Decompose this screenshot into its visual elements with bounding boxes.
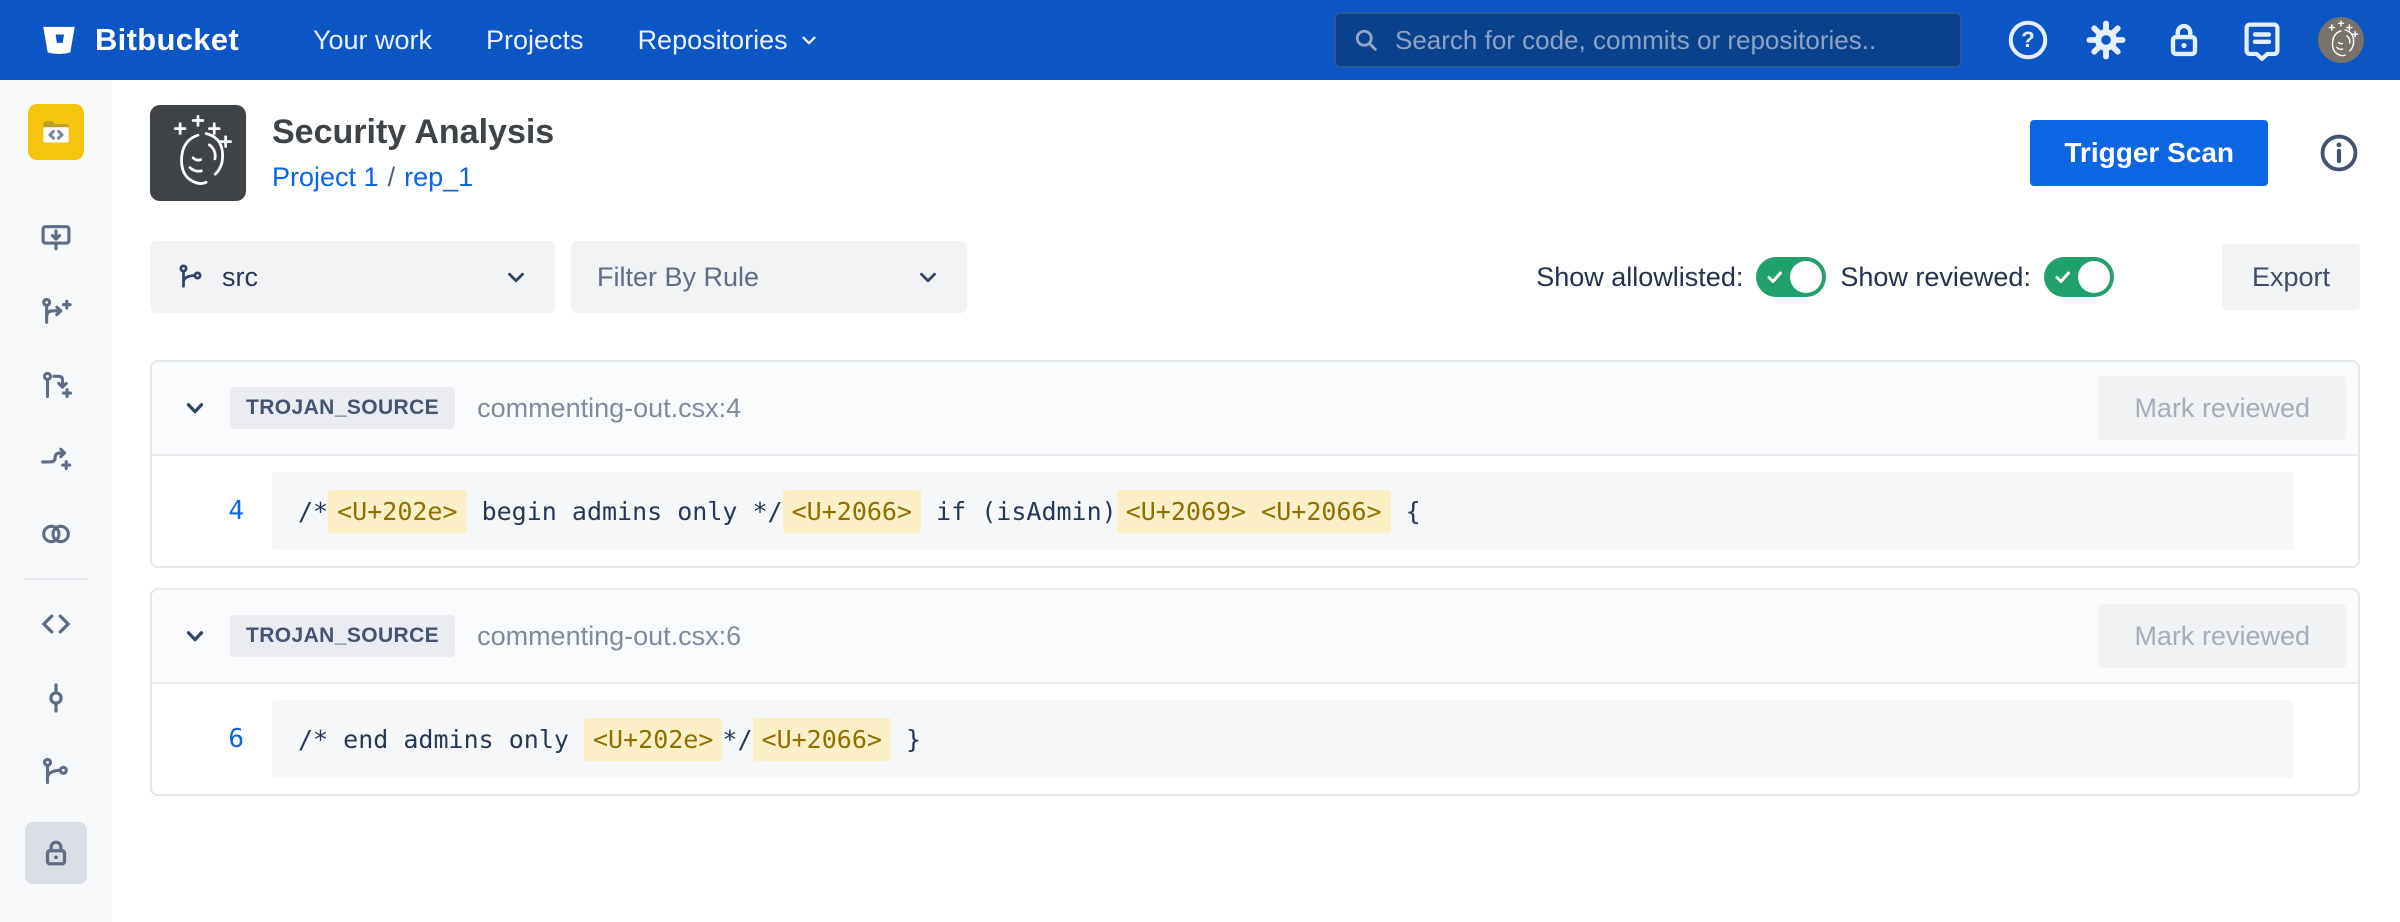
check-icon bbox=[1765, 267, 1785, 287]
help-icon[interactable]: ? bbox=[2006, 18, 2050, 62]
bitbucket-bucket-icon bbox=[38, 19, 80, 61]
page-header: Security Analysis Project 1 / rep_1 Trig… bbox=[150, 105, 2360, 201]
nav-repositories[interactable]: Repositories bbox=[638, 25, 820, 56]
source-code-icon[interactable] bbox=[32, 600, 80, 648]
info-icon[interactable] bbox=[2318, 132, 2360, 174]
branch-selector-dropdown[interactable]: src bbox=[150, 241, 555, 313]
code-line-number: 6 bbox=[188, 724, 244, 754]
sidebar-action-group bbox=[32, 214, 80, 558]
toggle-knob bbox=[1790, 261, 1822, 293]
toggle-zone: Show allowlisted: Show reviewed: Export bbox=[1536, 244, 2360, 310]
chevron-down-icon bbox=[503, 264, 529, 290]
check-icon bbox=[2053, 267, 2073, 287]
page-title: Security Analysis bbox=[272, 113, 554, 152]
search-input[interactable] bbox=[1393, 24, 1944, 57]
brand-name: Bitbucket bbox=[95, 22, 239, 58]
code-line: /*<U+202e> begin admins only */<U+2066> … bbox=[272, 472, 2294, 550]
show-reviewed-toggle[interactable] bbox=[2044, 257, 2114, 297]
stars bbox=[2329, 21, 2357, 36]
finding-location: commenting-out.csx:6 bbox=[477, 621, 741, 652]
finding-card-body: 6 /* end admins only <U+202e>*/<U+2066> … bbox=[152, 684, 2358, 794]
collapse-chevron-icon[interactable] bbox=[182, 623, 208, 649]
title-block: Security Analysis Project 1 / rep_1 bbox=[272, 113, 554, 192]
primary-nav: Your work Projects Repositories bbox=[313, 25, 820, 56]
breadcrumb-project-link[interactable]: Project 1 bbox=[272, 162, 379, 193]
code-line: /* end admins only <U+202e>*/<U+2066> } bbox=[272, 700, 2294, 778]
bitbucket-logo[interactable]: Bitbucket bbox=[38, 19, 239, 61]
create-branch-icon[interactable] bbox=[32, 288, 80, 336]
nav-projects[interactable]: Projects bbox=[486, 25, 584, 56]
lock-icon[interactable] bbox=[2162, 18, 2206, 62]
rule-filter-dropdown[interactable]: Filter By Rule bbox=[571, 241, 967, 313]
forks-icon[interactable] bbox=[32, 510, 80, 558]
finding-card: TROJAN_SOURCE commenting-out.csx:6 Mark … bbox=[150, 588, 2360, 796]
chevron-down-icon bbox=[915, 264, 941, 290]
user-avatar[interactable] bbox=[2318, 17, 2364, 63]
code-line-number: 4 bbox=[188, 496, 244, 526]
compare-icon[interactable] bbox=[32, 436, 80, 484]
global-search bbox=[1334, 12, 1962, 68]
finding-location: commenting-out.csx:4 bbox=[477, 393, 741, 424]
top-navbar: Bitbucket Your work Projects Repositorie… bbox=[0, 0, 2400, 80]
branch-selected-value: src bbox=[222, 262, 487, 293]
sidebar-nav-group bbox=[25, 600, 87, 884]
breadcrumb-repo-link[interactable]: rep_1 bbox=[404, 162, 473, 193]
finding-card: TROJAN_SOURCE commenting-out.csx:4 Mark … bbox=[150, 360, 2360, 568]
clone-icon[interactable] bbox=[32, 214, 80, 262]
repo-avatar-small[interactable] bbox=[28, 104, 84, 160]
settings-gear-icon[interactable] bbox=[2084, 18, 2128, 62]
collapse-chevron-icon[interactable] bbox=[182, 395, 208, 421]
navbar-icon-group: ? bbox=[2006, 17, 2364, 63]
branches-icon[interactable] bbox=[32, 748, 80, 796]
mark-reviewed-button[interactable]: Mark reviewed bbox=[2098, 604, 2346, 668]
show-reviewed-label: Show reviewed: bbox=[1840, 262, 2031, 293]
show-allowlisted-label: Show allowlisted: bbox=[1536, 262, 1743, 293]
sidebar-divider bbox=[25, 578, 87, 580]
show-allowlisted-toggle[interactable] bbox=[1756, 257, 1826, 297]
main-content: Security Analysis Project 1 / rep_1 Trig… bbox=[112, 80, 2400, 922]
svg-text:?: ? bbox=[2021, 27, 2034, 52]
create-pull-request-icon[interactable] bbox=[32, 362, 80, 410]
code-folder-icon bbox=[37, 113, 75, 151]
finding-card-header: TROJAN_SOURCE commenting-out.csx:4 Mark … bbox=[152, 362, 2358, 454]
export-button[interactable]: Export bbox=[2222, 244, 2360, 310]
branch-icon bbox=[176, 262, 206, 292]
rule-filter-placeholder: Filter By Rule bbox=[597, 262, 899, 293]
header-actions: Trigger Scan bbox=[2030, 120, 2360, 186]
stars bbox=[175, 116, 230, 146]
chevron-down-icon bbox=[798, 29, 820, 51]
feedback-icon[interactable] bbox=[2240, 18, 2284, 62]
finding-card-body: 4 /*<U+202e> begin admins only */<U+2066… bbox=[152, 456, 2358, 566]
breadcrumb-separator: / bbox=[388, 162, 396, 193]
rule-badge: TROJAN_SOURCE bbox=[230, 615, 455, 657]
filter-toolbar: src Filter By Rule Show allowlisted: bbox=[150, 241, 2360, 313]
nav-your-work[interactable]: Your work bbox=[313, 25, 432, 56]
rule-badge: TROJAN_SOURCE bbox=[230, 387, 455, 429]
commits-icon[interactable] bbox=[32, 674, 80, 722]
security-lock-icon[interactable] bbox=[25, 822, 87, 884]
toggle-knob bbox=[2078, 261, 2110, 293]
search-icon bbox=[1352, 26, 1380, 54]
trigger-scan-button[interactable]: Trigger Scan bbox=[2030, 120, 2268, 186]
mark-reviewed-button[interactable]: Mark reviewed bbox=[2098, 376, 2346, 440]
finding-card-header: TROJAN_SOURCE commenting-out.csx:6 Mark … bbox=[152, 590, 2358, 682]
breadcrumb: Project 1 / rep_1 bbox=[272, 162, 554, 193]
repo-avatar bbox=[150, 105, 246, 201]
repo-sidebar bbox=[0, 80, 112, 922]
